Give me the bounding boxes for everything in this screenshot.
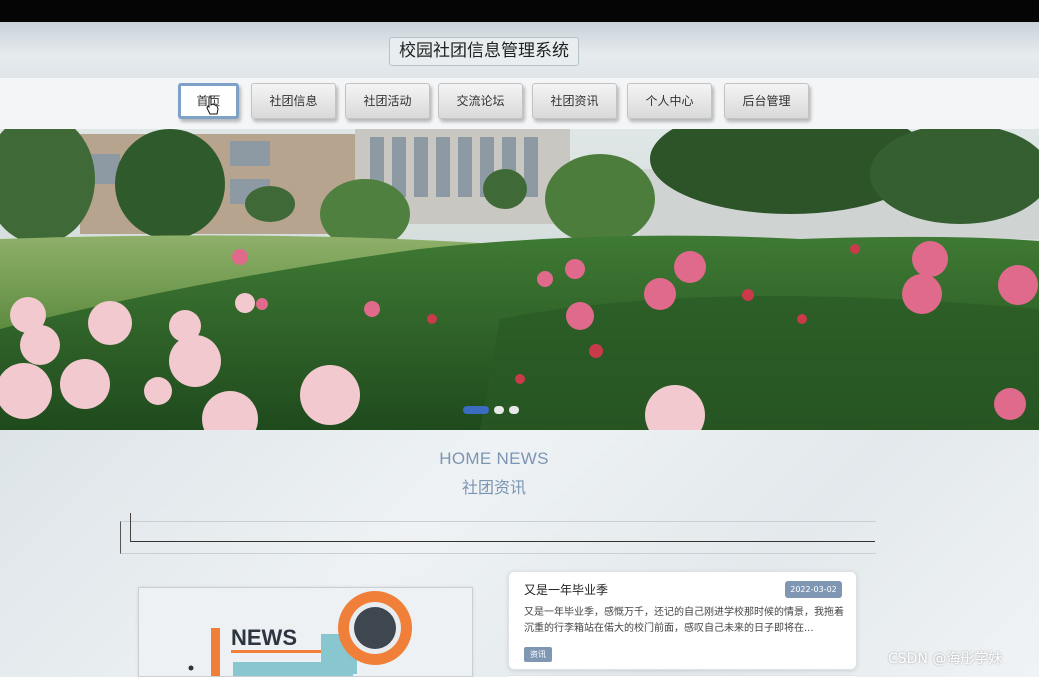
site-title: 校园社团信息管理系统 [389,37,579,66]
news-summary: 又是一年毕业季，感慨万千，还记的自己刚进学校那时候的情景，我拖着沉重的行李箱站在… [524,607,844,634]
carousel-dot-1[interactable] [463,406,489,414]
window-top-bar [0,0,1039,26]
site-header: 校园社团信息管理系统 [0,22,1039,78]
nav-item-personal-center[interactable]: 个人中心 [627,83,712,119]
news-title[interactable]: 又是一年毕业季 [524,581,608,598]
nav-item-club-activities[interactable]: 社团活动 [345,83,430,119]
news-tag: 资讯 [524,647,552,662]
news-image-text: NEWS [231,625,297,650]
news-card[interactable]: 又是一年毕业季 2022-03-02 又是一年毕业季，感慨万千，还记的自己刚进学… [508,571,857,670]
nav-item-club-news[interactable]: 社团资讯 [532,83,617,119]
section-title-en: HOME NEWS [439,449,549,468]
watermark: CSDN @海彤学妹 [888,651,1003,667]
news-section: HOME NEWS 社团资讯 NEWS 又是一年毕业季 2022-03-02 又… [0,430,1039,677]
news-illustration: NEWS [188,591,412,676]
section-divider-inner [130,513,875,542]
main-nav: 首页 社团信息 社团活动 交流论坛 社团资讯 个人中心 后台管理 [0,78,1039,129]
news-date-badge: 2022-03-02 [785,581,842,598]
hand-cursor-icon [206,96,219,115]
carousel-dot-2[interactable] [494,406,504,414]
nav-item-club-info[interactable]: 社团信息 [251,83,336,119]
banner-carousel[interactable] [0,129,1039,430]
carousel-dot-3[interactable] [509,406,519,414]
nav-item-forum[interactable]: 交流论坛 [438,83,523,119]
banner-image [0,129,1039,430]
carousel-indicators [463,406,519,416]
section-title-cn: 社团资讯 [461,478,526,497]
nav-item-admin[interactable]: 后台管理 [724,83,809,119]
news-thumbnail[interactable]: NEWS [138,587,473,677]
